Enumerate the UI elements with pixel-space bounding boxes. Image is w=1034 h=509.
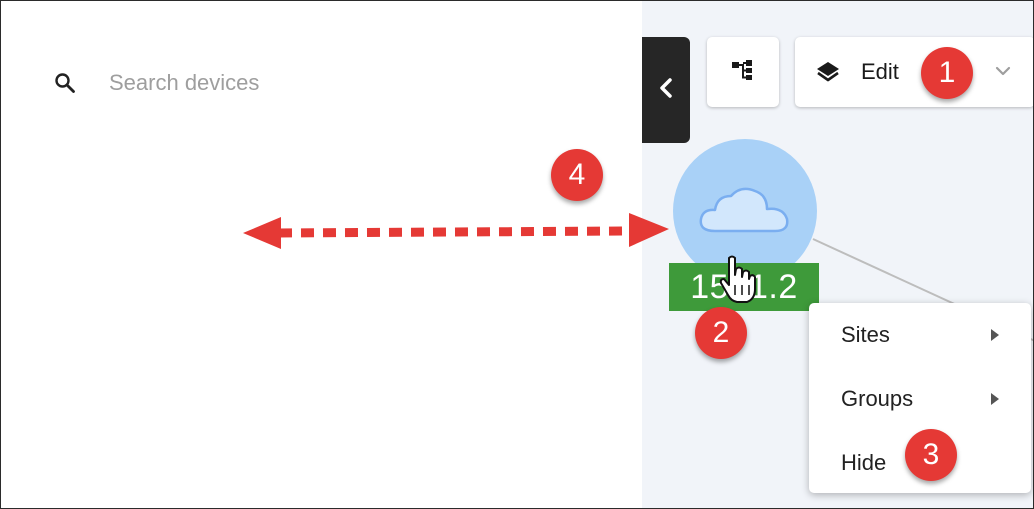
menu-item-label: Groups [841,386,914,411]
menu-item-label: Sites [841,322,890,347]
cloud-icon [695,179,795,244]
menu-item-sites[interactable]: Sites [809,305,1031,365]
double-arrow-icon [243,213,669,249]
topology-view-button[interactable] [707,37,779,107]
callout-badge-4: 4 [551,149,603,201]
chevron-down-icon[interactable] [993,61,1013,81]
callout-badge-2: 2 [695,307,747,359]
submenu-arrow-icon [989,327,1001,343]
callout-badge-3: 3 [905,429,957,481]
collapse-panel-button[interactable] [642,37,690,143]
chevron-left-icon [657,77,675,104]
app-window: Edit 15 .1.2 Sites Gro [0,0,1034,509]
hand-cursor-icon [717,255,757,310]
topology-icon [730,59,756,86]
edit-label: Edit [861,59,899,84]
submenu-arrow-icon [989,391,1001,407]
menu-item-label: Hide [841,450,887,475]
menu-item-groups[interactable]: Groups [809,369,1031,429]
callout-badge-1: 1 [921,47,973,99]
layers-icon [815,59,841,85]
edit-dropdown-button[interactable]: Edit [795,37,1033,107]
